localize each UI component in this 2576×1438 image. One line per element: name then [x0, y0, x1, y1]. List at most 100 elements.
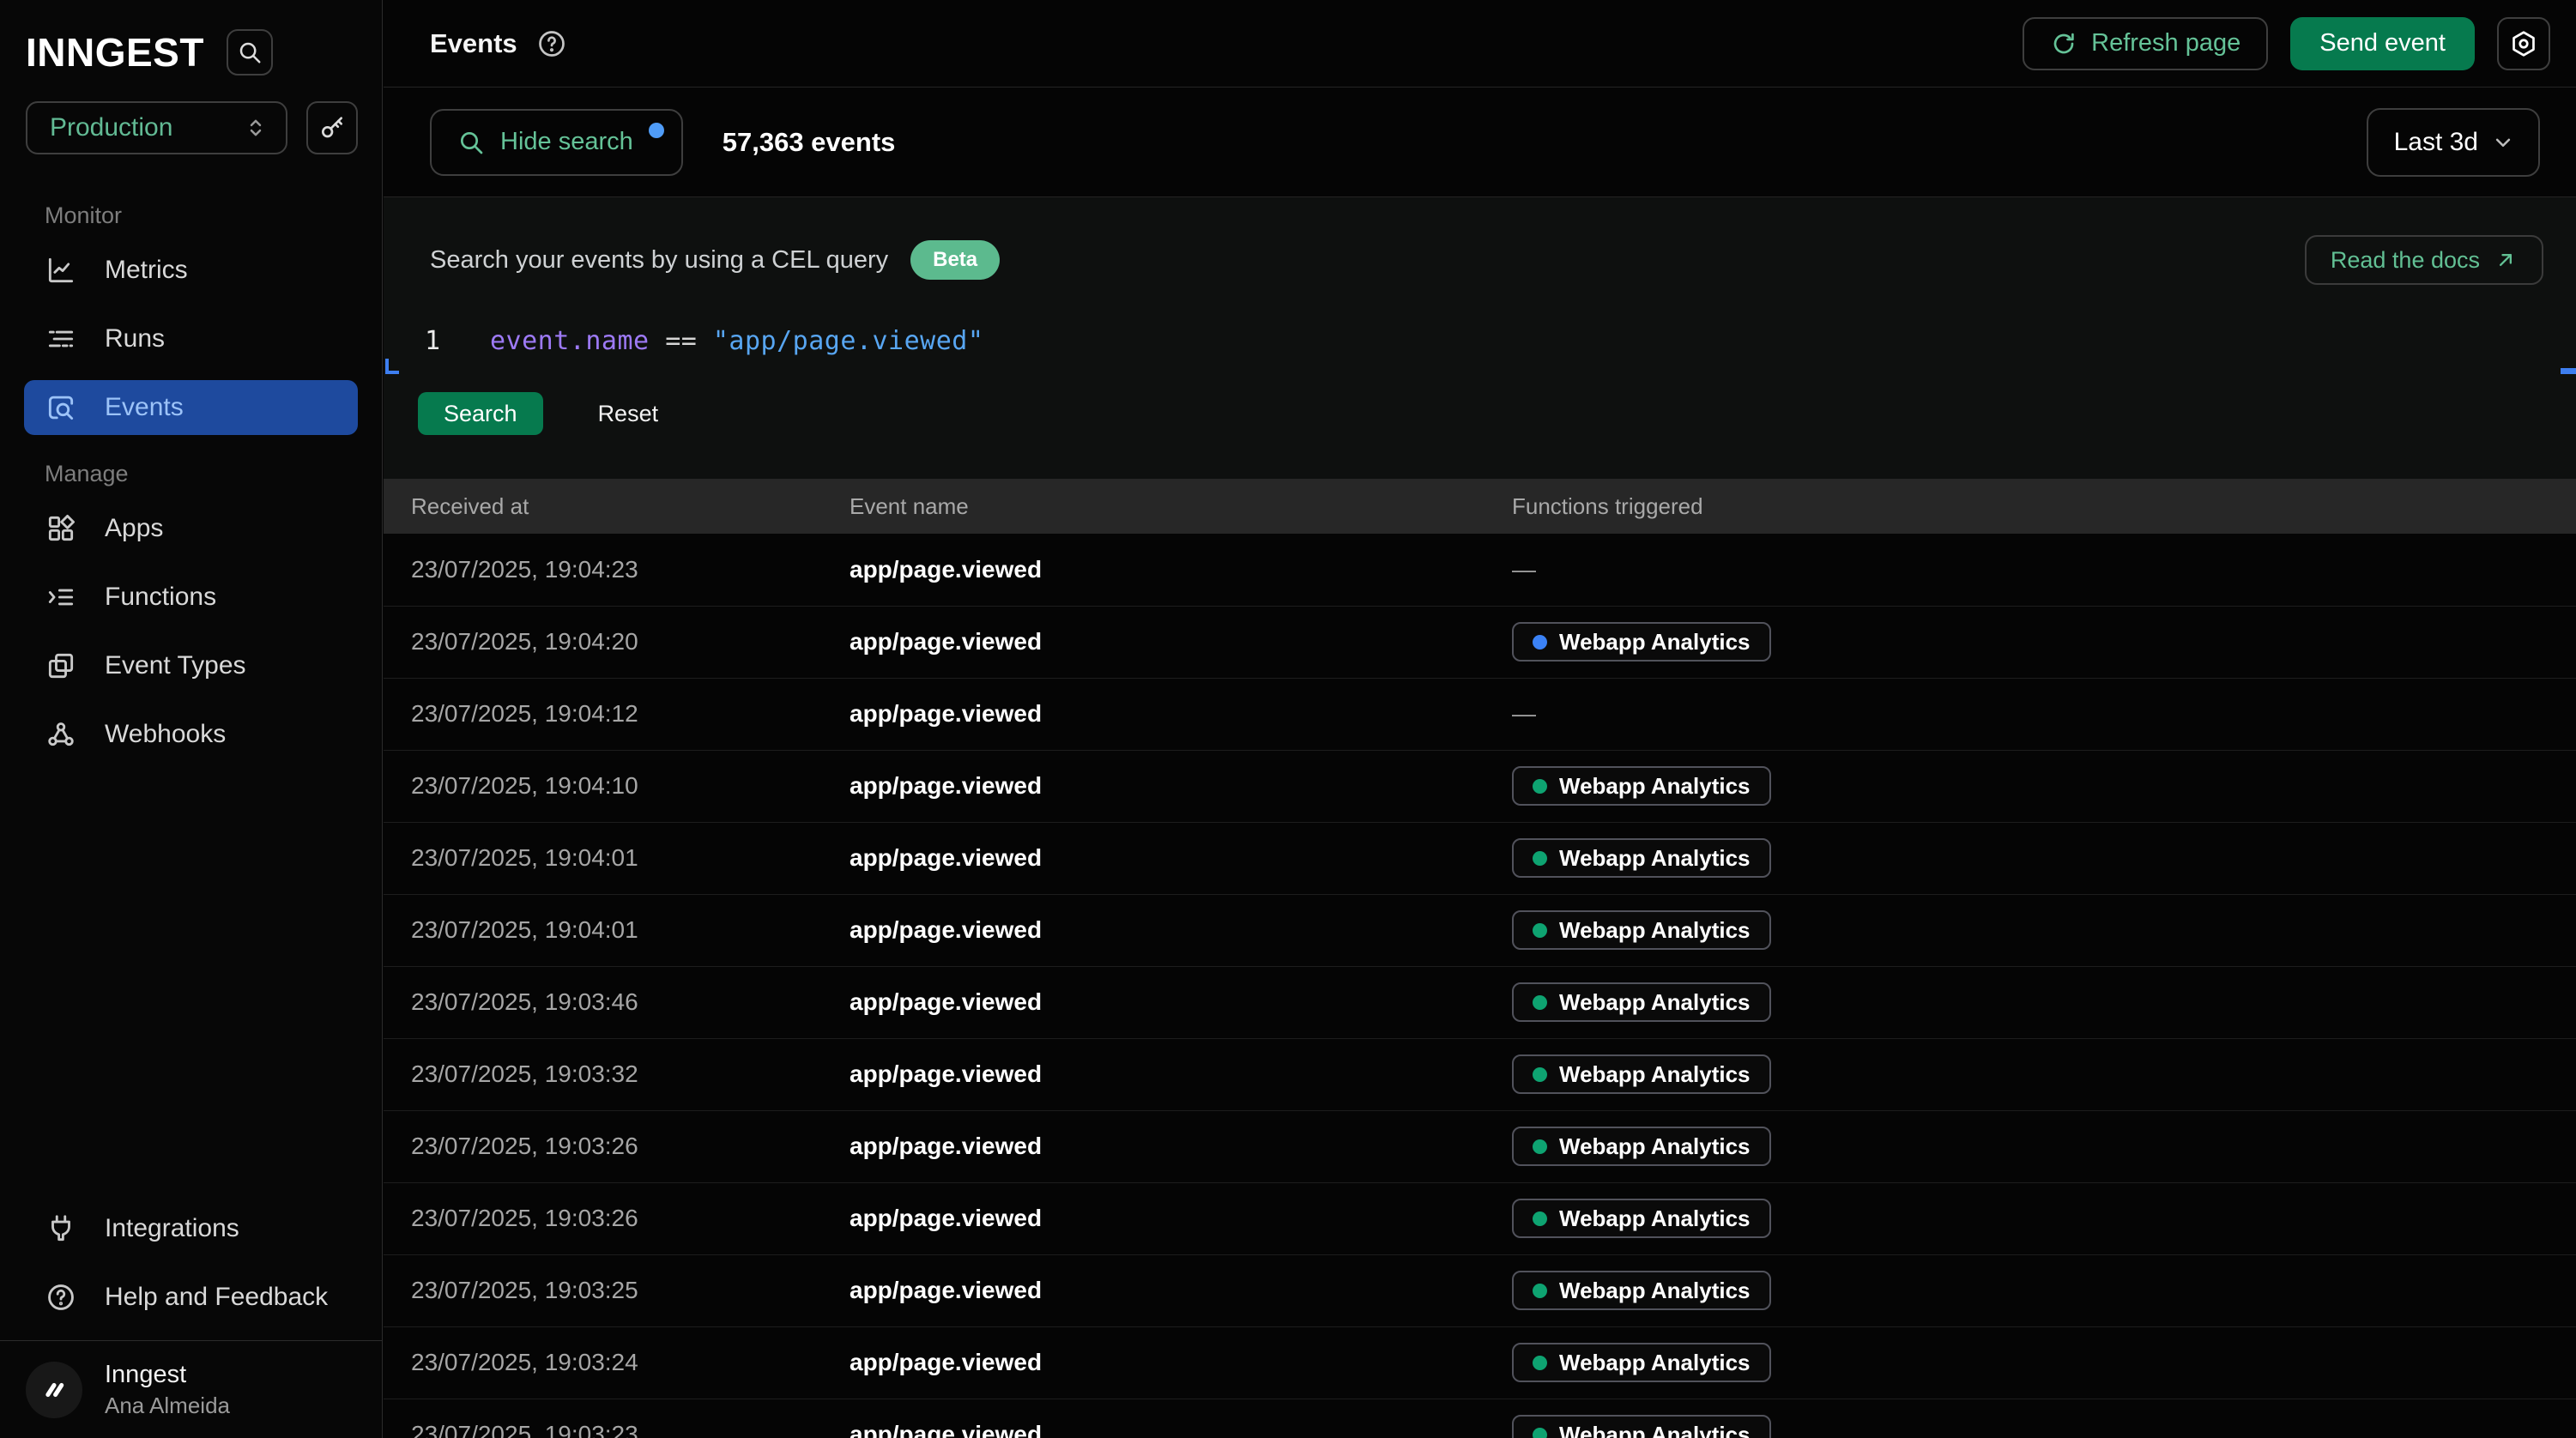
question-circle-icon[interactable]	[536, 28, 567, 59]
event-name-cell: app/page.viewed	[850, 1038, 1512, 1110]
function-badge[interactable]: Webapp Analytics	[1512, 1199, 1771, 1238]
sidebar-item-functions[interactable]: Functions	[24, 570, 358, 625]
sidebar-item-event-types[interactable]: Event Types	[24, 638, 358, 693]
apps-icon	[45, 512, 81, 545]
function-badge[interactable]: Webapp Analytics	[1512, 1127, 1771, 1166]
sidebar-nav: Monitor Metrics Runs Events Manage	[0, 154, 382, 776]
event-name-cell: app/page.viewed	[850, 534, 1512, 606]
page-header: Events Refresh page Send event	[384, 0, 2576, 88]
runs-icon	[45, 323, 81, 355]
function-status-dot	[1533, 851, 1547, 866]
event-row[interactable]: 23/07/2025, 19:03:46 app/page.viewed Web…	[384, 966, 2576, 1038]
event-name-cell: app/page.viewed	[850, 606, 1512, 678]
event-row[interactable]: 23/07/2025, 19:04:23 app/page.viewed —	[384, 534, 2576, 606]
events-table-container: Received at Event name Functions trigger…	[384, 479, 2576, 1438]
sidebar-item-label: Integrations	[105, 1214, 239, 1243]
function-badge-label: Webapp Analytics	[1559, 1350, 1751, 1376]
sidebar-item-label: Events	[105, 393, 184, 422]
event-row[interactable]: 23/07/2025, 19:03:25 app/page.viewed Web…	[384, 1254, 2576, 1326]
inngest-logo: INNGEST	[26, 29, 204, 76]
function-badge[interactable]: Webapp Analytics	[1512, 1271, 1771, 1310]
time-range-value: Last 3d	[2394, 128, 2478, 157]
sidebar-item-events[interactable]: Events	[24, 380, 358, 435]
function-badge[interactable]: Webapp Analytics	[1512, 982, 1771, 1022]
refresh-page-button[interactable]: Refresh page	[2023, 17, 2268, 70]
function-badge[interactable]: Webapp Analytics	[1512, 622, 1771, 662]
function-badge[interactable]: Webapp Analytics	[1512, 910, 1771, 950]
column-header-event-name[interactable]: Event name	[850, 479, 1512, 534]
received-at-cell: 23/07/2025, 19:04:01	[384, 894, 850, 966]
org-name: Inngest	[105, 1361, 230, 1389]
event-row[interactable]: 23/07/2025, 19:04:10 app/page.viewed Web…	[384, 750, 2576, 822]
refresh-page-label: Refresh page	[2091, 29, 2240, 57]
hide-search-button[interactable]: Hide search	[430, 109, 683, 176]
event-keys-button[interactable]	[306, 101, 358, 154]
event-row[interactable]: 23/07/2025, 19:03:26 app/page.viewed Web…	[384, 1110, 2576, 1182]
event-name-cell: app/page.viewed	[850, 1182, 1512, 1254]
sidebar-item-webhooks[interactable]: Webhooks	[24, 707, 358, 762]
event-name-cell: app/page.viewed	[850, 822, 1512, 894]
reset-button[interactable]: Reset	[598, 401, 659, 427]
function-status-dot	[1533, 995, 1547, 1010]
cel-query-editor[interactable]: 1 event.name == "app/page.viewed"	[384, 326, 2576, 356]
code-operator-token: ==	[665, 326, 697, 356]
function-badge[interactable]: Webapp Analytics	[1512, 766, 1771, 806]
chevrons-up-down-icon	[243, 115, 269, 141]
functions-cell: Webapp Analytics	[1512, 822, 2576, 894]
profile-menu[interactable]: Inngest Ana Almeida	[0, 1340, 382, 1438]
beta-badge: Beta	[910, 240, 1000, 280]
sidebar-item-metrics[interactable]: Metrics	[24, 243, 358, 298]
sidebar-item-label: Runs	[105, 324, 165, 353]
notification-dot	[649, 123, 664, 138]
event-row[interactable]: 23/07/2025, 19:04:12 app/page.viewed —	[384, 678, 2576, 750]
function-status-dot	[1533, 1356, 1547, 1370]
event-row[interactable]: 23/07/2025, 19:03:23 app/page.viewed Web…	[384, 1399, 2576, 1438]
event-row[interactable]: 23/07/2025, 19:03:32 app/page.viewed Web…	[384, 1038, 2576, 1110]
sidebar-item-label: Help and Feedback	[105, 1283, 328, 1312]
received-at-cell: 23/07/2025, 19:03:46	[384, 966, 850, 1038]
column-header-received-at[interactable]: Received at	[384, 479, 850, 534]
sidebar-item-integrations[interactable]: Integrations	[24, 1201, 358, 1256]
received-at-cell: 23/07/2025, 19:03:26	[384, 1110, 850, 1182]
sidebar-item-apps[interactable]: Apps	[24, 501, 358, 556]
column-header-functions-triggered[interactable]: Functions triggered	[1512, 479, 2576, 534]
search-button[interactable]: Search	[418, 392, 543, 435]
functions-cell: Webapp Analytics	[1512, 1038, 2576, 1110]
events-toolbar: Hide search 57,363 events Last 3d	[384, 88, 2576, 197]
read-the-docs-button[interactable]: Read the docs	[2305, 235, 2543, 285]
function-badge-label: Webapp Analytics	[1559, 845, 1751, 872]
header-actions: Refresh page Send event	[2023, 17, 2550, 70]
nav-section-manage: Manage	[45, 461, 358, 487]
cel-query-code[interactable]: event.name == "app/page.viewed"	[490, 326, 983, 356]
received-at-cell: 23/07/2025, 19:04:23	[384, 534, 850, 606]
settings-button[interactable]	[2497, 17, 2550, 70]
time-range-selector[interactable]: Last 3d	[2367, 108, 2540, 177]
function-status-dot	[1533, 1284, 1547, 1298]
function-badge[interactable]: Webapp Analytics	[1512, 1415, 1771, 1438]
refresh-icon	[2050, 30, 2077, 57]
sidebar-item-help-and-feedback[interactable]: Help and Feedback	[24, 1270, 358, 1325]
global-search-button[interactable]	[227, 29, 273, 76]
function-badge[interactable]: Webapp Analytics	[1512, 838, 1771, 878]
function-badge-label: Webapp Analytics	[1559, 1278, 1751, 1304]
send-event-button[interactable]: Send event	[2290, 17, 2475, 70]
logo-row: INNGEST	[0, 0, 382, 81]
event-name-cell: app/page.viewed	[850, 1326, 1512, 1399]
sidebar-item-runs[interactable]: Runs	[24, 311, 358, 366]
function-badge[interactable]: Webapp Analytics	[1512, 1343, 1771, 1382]
function-badge[interactable]: Webapp Analytics	[1512, 1054, 1771, 1094]
event-name-cell: app/page.viewed	[850, 1399, 1512, 1438]
event-name-cell: app/page.viewed	[850, 1254, 1512, 1326]
read-the-docs-label: Read the docs	[2331, 247, 2480, 274]
event-row[interactable]: 23/07/2025, 19:03:24 app/page.viewed Web…	[384, 1326, 2576, 1399]
event-row[interactable]: 23/07/2025, 19:04:01 app/page.viewed Web…	[384, 894, 2576, 966]
editor-line-number: 1	[418, 326, 440, 356]
function-badge-label: Webapp Analytics	[1559, 1422, 1751, 1438]
event-row[interactable]: 23/07/2025, 19:04:20 app/page.viewed Web…	[384, 606, 2576, 678]
event-row[interactable]: 23/07/2025, 19:03:26 app/page.viewed Web…	[384, 1182, 2576, 1254]
events-table-head: Received at Event name Functions trigger…	[384, 479, 2576, 534]
environment-selector[interactable]: Production	[26, 101, 287, 154]
received-at-cell: 23/07/2025, 19:03:26	[384, 1182, 850, 1254]
cel-panel-actions: Search Reset	[384, 392, 2576, 435]
event-row[interactable]: 23/07/2025, 19:04:01 app/page.viewed Web…	[384, 822, 2576, 894]
